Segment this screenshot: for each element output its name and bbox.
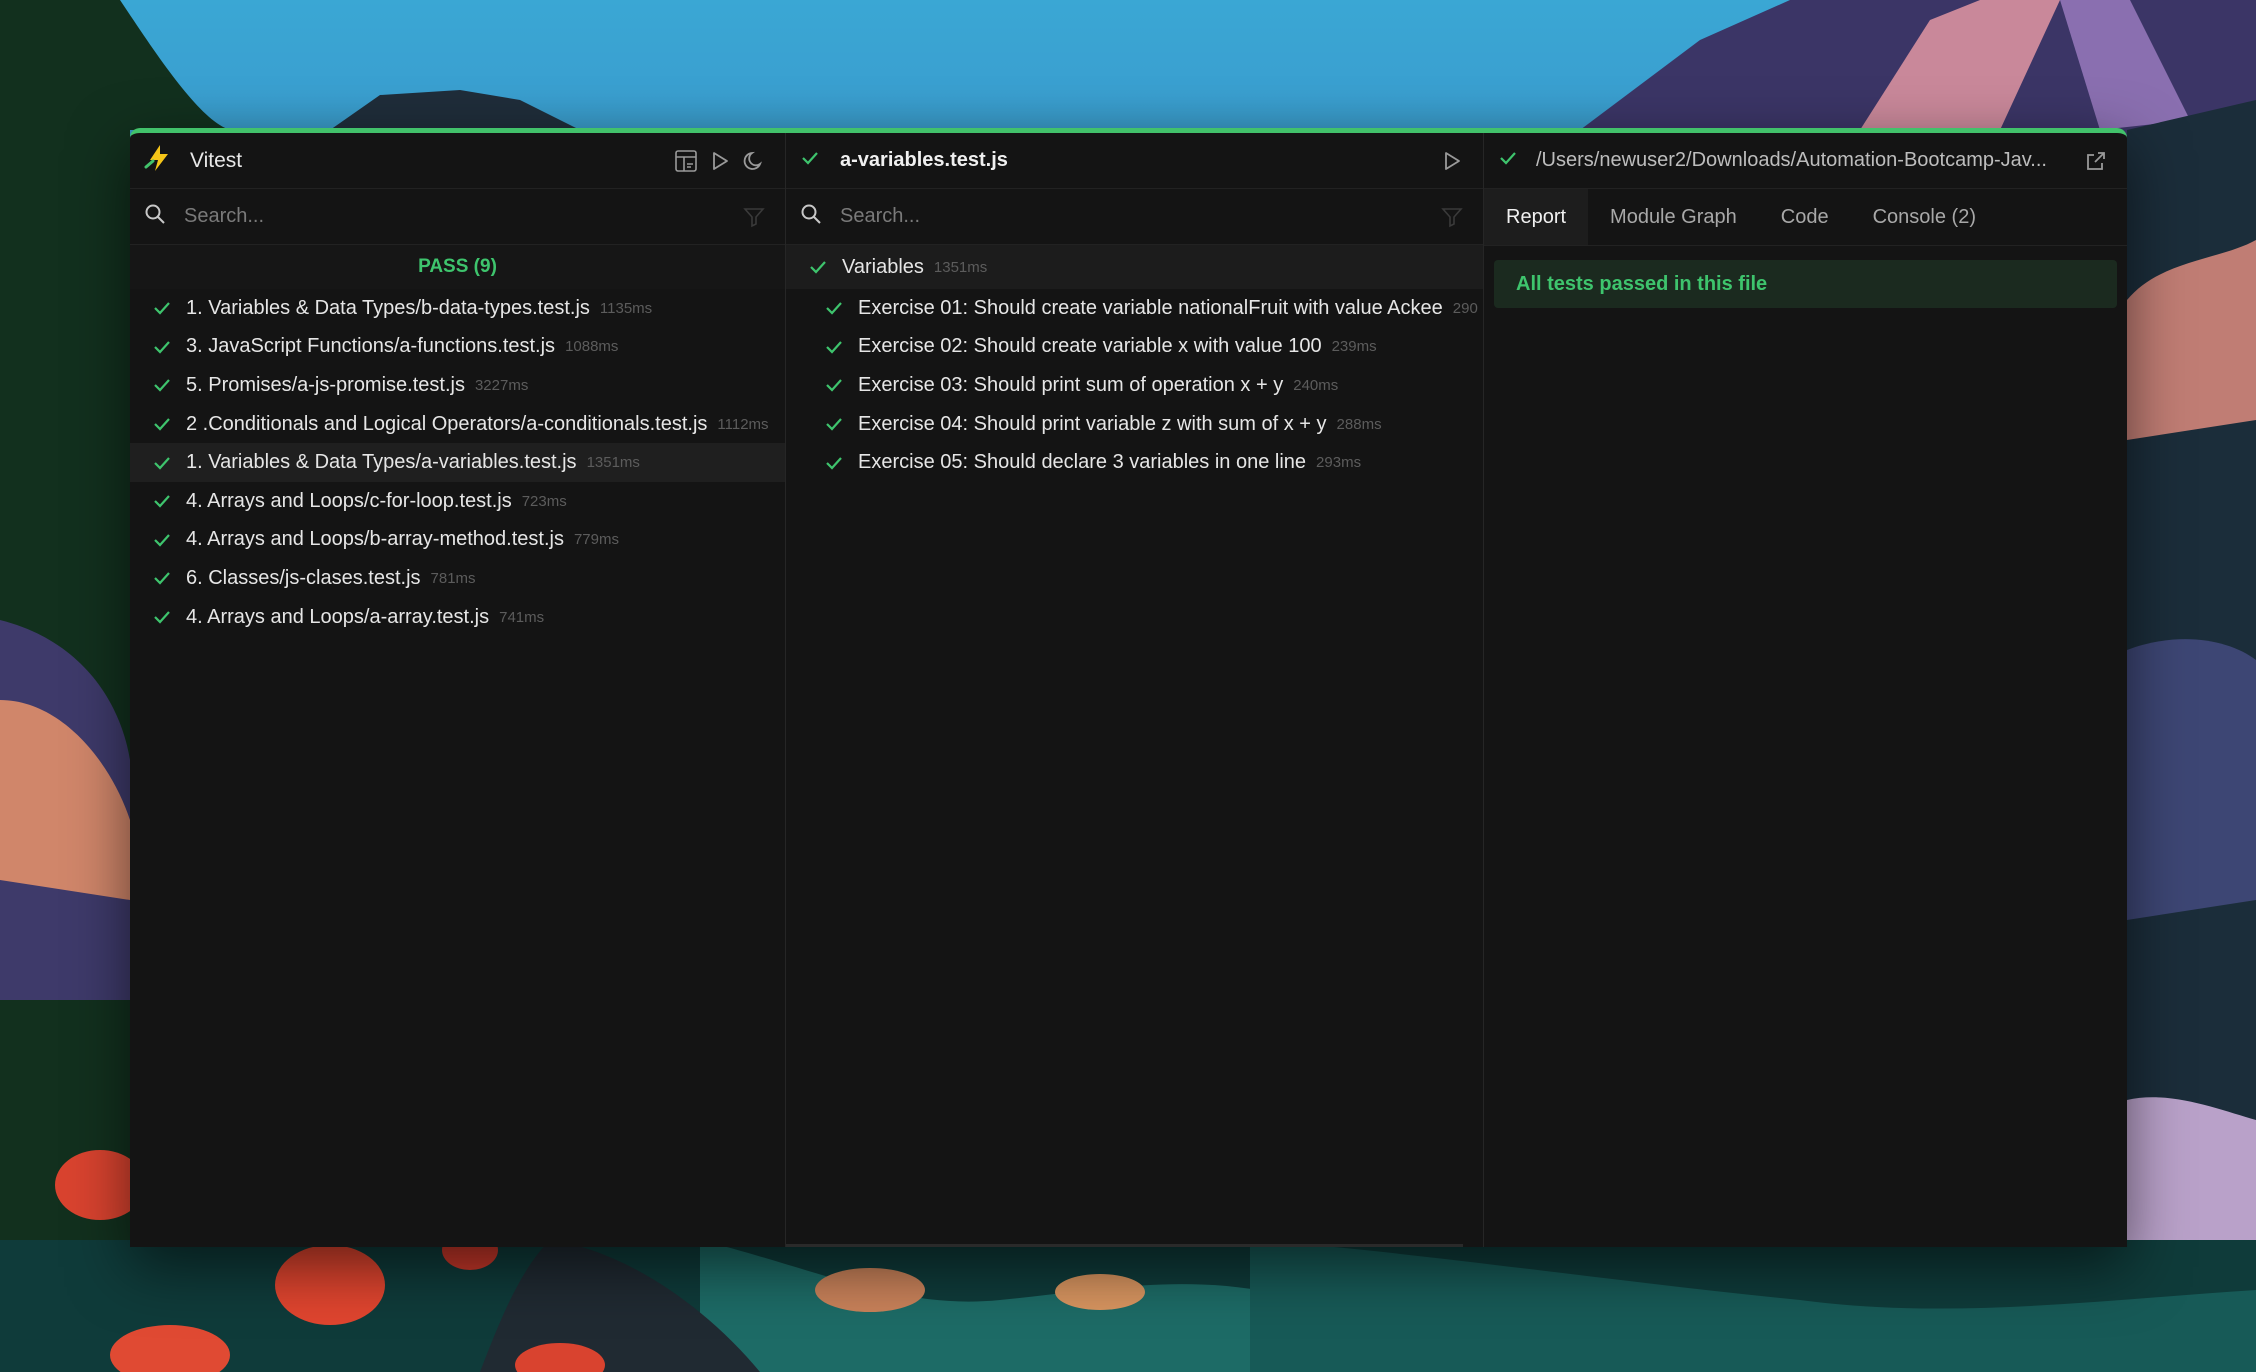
check-icon [152, 568, 172, 588]
check-icon [800, 148, 820, 173]
test-case-duration: 290 [1452, 299, 1478, 317]
check-icon [808, 257, 828, 277]
test-file-row[interactable]: 4. Arrays and Loops/c-for-loop.test.js 72… [130, 482, 785, 521]
check-icon [152, 298, 172, 318]
test-case-duration: 239ms [1331, 338, 1377, 356]
check-icon [824, 337, 844, 357]
file-search-input[interactable] [182, 204, 737, 229]
check-icon [824, 414, 844, 434]
test-file-name: 1. Variables & Data Types/a-variables.te… [186, 451, 577, 474]
test-case-name: Exercise 02: Should create variable x wi… [858, 335, 1322, 358]
test-file-row[interactable]: 2 .Conditionals and Logical Operators/a-… [130, 405, 785, 444]
test-file-duration: 781ms [430, 569, 476, 587]
check-icon [824, 298, 844, 318]
file-list-pane: Vitest Search... PASS (9) 1. Variables &… [130, 133, 786, 1247]
file-title: a-variables.test.js [840, 149, 1008, 171]
check-icon [152, 607, 172, 627]
tab-console-2[interactable]: Console (2) [1851, 189, 1998, 245]
test-case-row[interactable]: Exercise 05: Should declare 3 variables … [786, 443, 1483, 482]
vitest-bolt-icon [144, 143, 174, 178]
test-file-name: 3. JavaScript Functions/a-functions.test… [186, 335, 556, 358]
test-detail-pane: a-variables.test.js Variable [786, 133, 1484, 1247]
check-icon [824, 453, 844, 473]
file-header: a-variables.test.js [786, 133, 1483, 189]
test-file-row[interactable]: 5. Promises/a-js-promise.test.js 3227ms [130, 366, 785, 405]
test-file-row[interactable]: 4. Arrays and Loops/a-array.test.js 741ms [130, 598, 785, 637]
filter-icon[interactable] [737, 200, 771, 234]
test-case-duration: 288ms [1336, 415, 1382, 433]
test-file-name: 1. Variables & Data Types/b-data-types.t… [186, 296, 590, 319]
test-case-row[interactable]: Exercise 03: Should print sum of operati… [786, 366, 1483, 405]
test-case-row[interactable]: Exercise 02: Should create variable x wi… [786, 328, 1483, 367]
test-case-name: Exercise 01: Should create variable nati… [858, 296, 1443, 319]
test-file-list: 1. Variables & Data Types/b-data-types.t… [130, 289, 785, 636]
check-icon [152, 453, 172, 473]
test-case-name: Exercise 03: Should print sum of operati… [858, 373, 1284, 396]
check-icon [152, 491, 172, 511]
filter-icon[interactable] [1435, 200, 1469, 234]
test-case-name: Exercise 05: Should declare 3 variables … [858, 451, 1307, 474]
pass-summary-header: PASS (9) [130, 245, 785, 289]
tab-module-graph[interactable]: Module Graph [1588, 189, 1759, 245]
test-search-bar [786, 189, 1483, 245]
test-case-duration: 240ms [1293, 376, 1339, 394]
test-file-duration: 1088ms [565, 338, 619, 356]
check-icon [824, 375, 844, 395]
moon-icon[interactable] [737, 144, 771, 178]
test-file-name: 6. Classes/js-clases.test.js [186, 566, 421, 589]
test-search-input[interactable] [838, 204, 1435, 229]
test-file-duration: 1351ms [586, 454, 640, 472]
test-file-name: 4. Arrays and Loops/b-array-method.test.… [186, 528, 564, 551]
check-icon [152, 530, 172, 550]
check-icon [152, 414, 172, 434]
test-case-row[interactable]: Exercise 04: Should print variable z wit… [786, 405, 1483, 444]
suite-name: Variables [842, 255, 924, 278]
dashboard-icon[interactable] [669, 144, 703, 178]
tab-code[interactable]: Code [1759, 189, 1851, 245]
test-file-duration: 741ms [499, 608, 545, 626]
path-header: /Users/newuser2/Downloads/Automation-Boo… [1484, 133, 2127, 189]
test-file-row[interactable]: 6. Classes/js-clases.test.js 781ms [130, 559, 785, 598]
test-file-row[interactable]: 1. Variables & Data Types/a-variables.te… [130, 443, 785, 482]
run-file-play-icon[interactable] [1435, 144, 1469, 178]
search-icon [144, 203, 166, 230]
test-case-row[interactable]: Exercise 01: Should create variable nati… [786, 289, 1483, 328]
test-file-duration: 1135ms [599, 299, 653, 317]
test-case-duration: 293ms [1316, 454, 1362, 472]
check-icon [152, 337, 172, 357]
report-success-banner: All tests passed in this file [1494, 260, 2117, 308]
app-title: Vitest [190, 148, 243, 172]
app-header: Vitest [130, 133, 785, 189]
report-tabs: Report Module Graph Code Console (2) [1484, 189, 2127, 246]
test-file-row[interactable]: 1. Variables & Data Types/b-data-types.t… [130, 289, 785, 328]
test-file-duration: 779ms [573, 531, 619, 549]
file-path: /Users/newuser2/Downloads/Automation-Boo… [1536, 149, 2047, 171]
search-icon [800, 203, 822, 230]
vitest-ui-window: Vitest Search... PASS (9) 1. Variables &… [130, 128, 2127, 1247]
test-file-duration: 723ms [521, 492, 567, 510]
suite-duration: 1351ms [933, 258, 988, 276]
test-file-name: 4. Arrays and Loops/a-array.test.js [186, 605, 490, 628]
test-file-duration: 3227ms [474, 376, 529, 394]
play-icon[interactable] [703, 144, 737, 178]
test-file-name: 4. Arrays and Loops/c-for-loop.test.js [186, 489, 512, 512]
test-file-row[interactable]: 3. JavaScript Functions/a-functions.test… [130, 328, 785, 367]
tab-report[interactable]: Report [1484, 189, 1589, 245]
test-file-row[interactable]: 4. Arrays and Loops/b-array-method.test.… [130, 521, 785, 560]
report-pane: /Users/newuser2/Downloads/Automation-Boo… [1484, 133, 2127, 1247]
file-search-bar [130, 189, 785, 245]
check-icon [1498, 148, 1518, 173]
check-icon [152, 375, 172, 395]
open-external-icon[interactable] [2079, 144, 2113, 178]
test-case-list: Exercise 01: Should create variable nati… [786, 289, 1483, 482]
test-file-duration: 1112ms [717, 415, 769, 433]
suite-row-variables[interactable]: Variables 1351ms [786, 245, 1483, 289]
test-file-name: 2 .Conditionals and Logical Operators/a-… [186, 412, 708, 435]
test-case-name: Exercise 04: Should print variable z wit… [858, 412, 1327, 435]
horizontal-scrollbar[interactable] [786, 1244, 1463, 1247]
test-file-name: 5. Promises/a-js-promise.test.js [186, 373, 465, 396]
